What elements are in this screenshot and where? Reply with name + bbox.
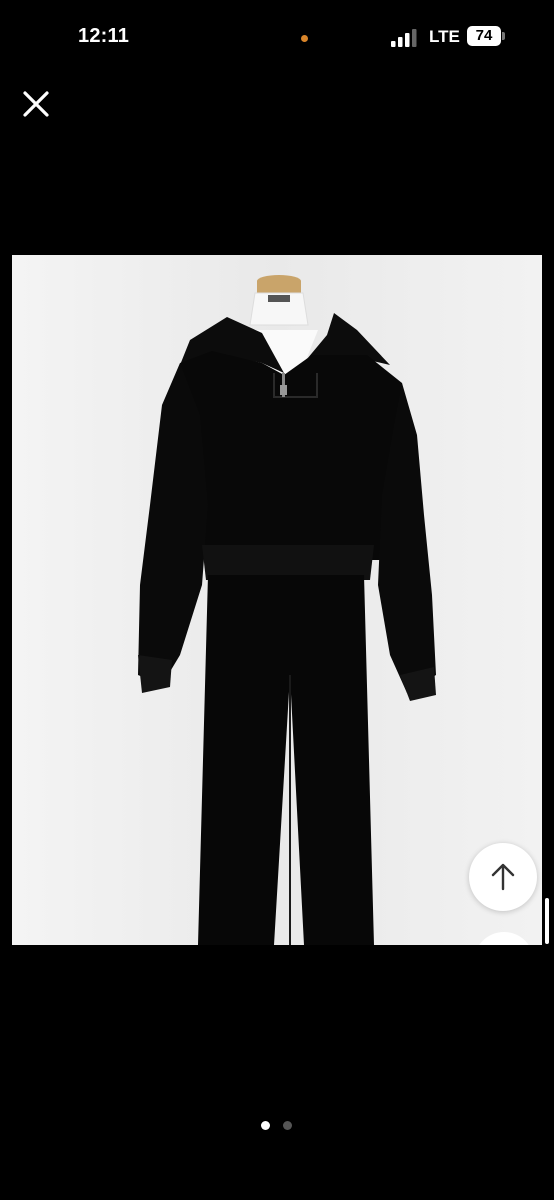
product-photo-illustration bbox=[12, 255, 542, 945]
image-pager bbox=[0, 1121, 554, 1131]
pager-dot-1-active[interactable] bbox=[261, 1121, 270, 1130]
scroll-to-top-button[interactable] bbox=[469, 843, 537, 911]
pager-dot-2[interactable] bbox=[283, 1121, 292, 1130]
status-bar: 12:11 LTE 74 bbox=[0, 0, 554, 78]
privacy-indicator bbox=[301, 35, 308, 42]
close-button[interactable] bbox=[20, 88, 52, 120]
cellular-signal-icon bbox=[391, 29, 417, 47]
battery-icon: 74 bbox=[467, 26, 505, 48]
close-icon bbox=[23, 91, 49, 117]
status-time: 12:11 bbox=[78, 25, 130, 47]
network-type: LTE bbox=[429, 27, 460, 46]
arrow-up-icon bbox=[491, 863, 515, 891]
floating-action-button[interactable] bbox=[474, 932, 534, 945]
scrollbar[interactable] bbox=[545, 898, 549, 944]
product-image[interactable] bbox=[12, 255, 542, 945]
battery-level: 74 bbox=[467, 26, 501, 46]
